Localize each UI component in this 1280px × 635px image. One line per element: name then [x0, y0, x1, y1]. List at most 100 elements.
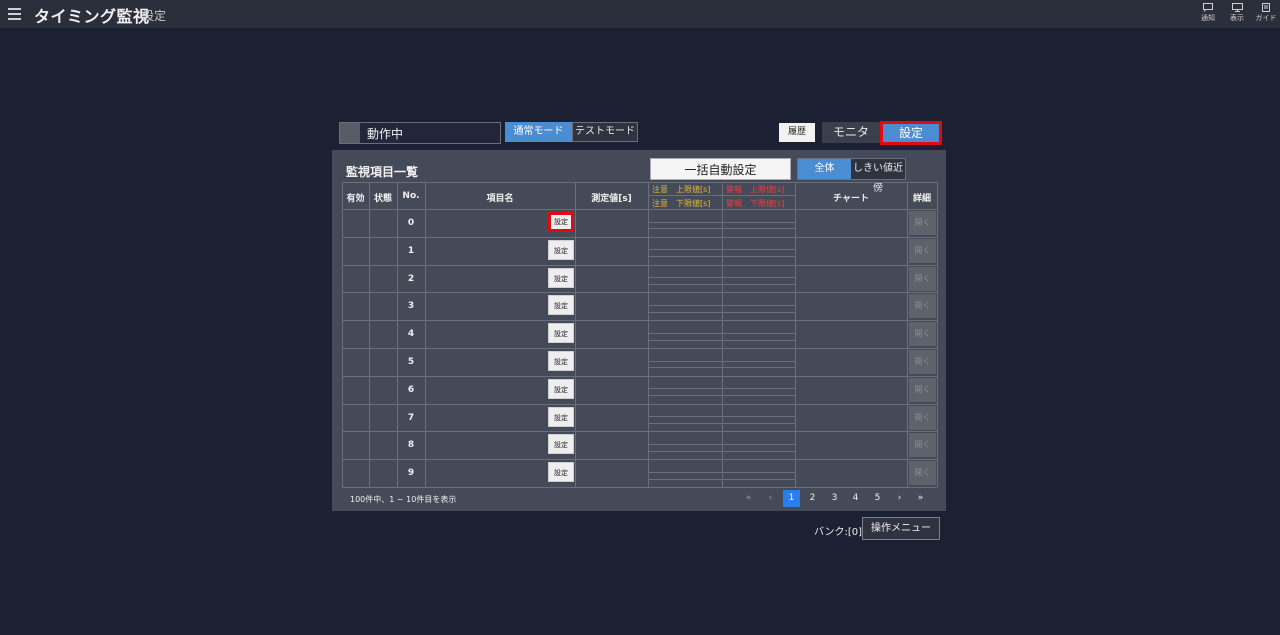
- grid-hline: [342, 459, 937, 460]
- row-no: 0: [407, 218, 415, 228]
- row-open-button[interactable]: 開く: [909, 211, 936, 235]
- monitor-items-table: 有効 状態 No. 項目名 測定値[s] 注意 上限値[s] 注意 下限値[s]…: [342, 182, 938, 488]
- grid-subline: [648, 195, 795, 196]
- threshold-subline: [648, 444, 795, 445]
- page-5-button[interactable]: 5: [869, 490, 886, 507]
- grid-vline: [795, 182, 796, 487]
- settings-button[interactable]: 設定: [880, 121, 942, 145]
- header-measured: 測定値[s]: [591, 194, 632, 204]
- row-no: 9: [407, 468, 415, 478]
- row-settings-button[interactable]: 設定: [548, 434, 574, 454]
- row-open-button[interactable]: 開く: [909, 322, 936, 346]
- header-enabled: 有効: [346, 194, 365, 204]
- page-last-button[interactable]: »: [912, 490, 929, 507]
- guide-label: ガイド: [1255, 14, 1277, 22]
- row-settings-button[interactable]: 設定: [548, 323, 574, 343]
- threshold-subline: [648, 416, 795, 417]
- status-box: 動作中: [339, 122, 501, 144]
- header-chart: チャート: [833, 194, 869, 204]
- grid-hline: [342, 320, 937, 321]
- row-open-button[interactable]: 開く: [909, 433, 936, 457]
- threshold-subline: [648, 277, 795, 278]
- row-settings-button[interactable]: 設定: [548, 268, 574, 288]
- row-no: 8: [407, 440, 415, 450]
- menu-icon[interactable]: [8, 8, 21, 20]
- row-settings-button[interactable]: 設定: [548, 351, 574, 371]
- header-alarm-upper: 警報 上限値[s]: [726, 185, 785, 194]
- filter-all-button[interactable]: 全体: [798, 159, 851, 179]
- display-label: 表示: [1230, 14, 1244, 22]
- threshold-subline: [648, 340, 795, 341]
- row-settings-button[interactable]: 設定: [548, 295, 574, 315]
- bulk-auto-set-button[interactable]: 一括自動設定: [650, 158, 791, 180]
- row-open-button[interactable]: 開く: [909, 350, 936, 374]
- row-open-button[interactable]: 開く: [909, 239, 936, 263]
- grid-vline: [937, 182, 938, 487]
- header-item-name: 項目名: [486, 194, 514, 204]
- threshold-subline: [648, 367, 795, 368]
- normal-mode-button[interactable]: 通常モード: [505, 122, 572, 142]
- row-no: 7: [407, 413, 415, 423]
- row-settings-button[interactable]: 設定: [548, 407, 574, 427]
- threshold-subline: [648, 361, 795, 362]
- grid-hline: [342, 292, 937, 293]
- notification-tool[interactable]: 通知: [1196, 3, 1220, 23]
- header-caution-upper: 注意 上限値[s]: [652, 185, 711, 194]
- guide-tool[interactable]: ガイド: [1254, 3, 1278, 23]
- grid-vline: [369, 182, 370, 487]
- row-no: 5: [407, 357, 415, 367]
- display-icon: [1231, 3, 1243, 12]
- threshold-subline: [648, 249, 795, 250]
- row-open-button[interactable]: 開く: [909, 267, 936, 291]
- record-count-summary: 100件中、1 ~ 10件目を表示: [350, 495, 457, 504]
- row-settings-button[interactable]: 設定: [548, 379, 574, 399]
- row-settings-button[interactable]: 設定: [548, 462, 574, 482]
- threshold-subline: [648, 479, 795, 480]
- threshold-subline: [648, 388, 795, 389]
- header-alarm-lower: 警報 下限値[s]: [726, 199, 785, 208]
- threshold-subline: [648, 222, 795, 223]
- row-open-button[interactable]: 開く: [909, 378, 936, 402]
- filter-toggle: 全体 しきい値近傍: [797, 158, 906, 194]
- page-subtitle: 設定: [142, 9, 167, 23]
- status-indicator: [340, 123, 360, 143]
- grid-hline: [342, 487, 937, 488]
- top-bar: タイミング監視 設定 通知 表示 ガイド: [0, 0, 1280, 28]
- notification-icon: [1203, 3, 1213, 12]
- page-3-button[interactable]: 3: [826, 490, 843, 507]
- page-4-button[interactable]: 4: [847, 490, 864, 507]
- grid-vline: [575, 182, 576, 487]
- row-open-button[interactable]: 開く: [909, 461, 936, 485]
- threshold-subline: [648, 256, 795, 257]
- threshold-subline: [648, 305, 795, 306]
- header-no: No.: [402, 191, 420, 201]
- row-no: 1: [407, 246, 415, 256]
- guide-icon: [1262, 3, 1270, 12]
- grid-vline: [425, 182, 426, 487]
- operation-menu-button[interactable]: 操作メニュー: [862, 517, 940, 540]
- row-no: 4: [407, 329, 415, 339]
- threshold-subline: [648, 472, 795, 473]
- page-2-button[interactable]: 2: [804, 490, 821, 507]
- threshold-subline: [648, 423, 795, 424]
- row-settings-button[interactable]: 設定: [548, 212, 574, 232]
- page-first-button[interactable]: «: [740, 490, 757, 507]
- threshold-subline: [648, 333, 795, 334]
- test-mode-button[interactable]: テストモード: [572, 122, 638, 142]
- page-prev-button[interactable]: ‹: [762, 490, 779, 507]
- row-open-button[interactable]: 開く: [909, 406, 936, 430]
- monitor-button[interactable]: モニタ: [822, 122, 880, 143]
- display-tool[interactable]: 表示: [1225, 3, 1249, 23]
- row-no: 3: [407, 301, 415, 311]
- page-next-button[interactable]: ›: [891, 490, 908, 507]
- row-settings-button[interactable]: 設定: [548, 240, 574, 260]
- page-1-button[interactable]: 1: [783, 490, 800, 507]
- filter-near-threshold-button[interactable]: しきい値近傍: [851, 159, 905, 194]
- header-state: 状態: [373, 194, 392, 204]
- row-open-button[interactable]: 開く: [909, 294, 936, 318]
- threshold-subline: [648, 395, 795, 396]
- history-button[interactable]: 履歴: [779, 123, 815, 142]
- grid-hline: [342, 265, 937, 266]
- panel-title: 監視項目一覧: [346, 165, 419, 179]
- grid-hline: [342, 237, 937, 238]
